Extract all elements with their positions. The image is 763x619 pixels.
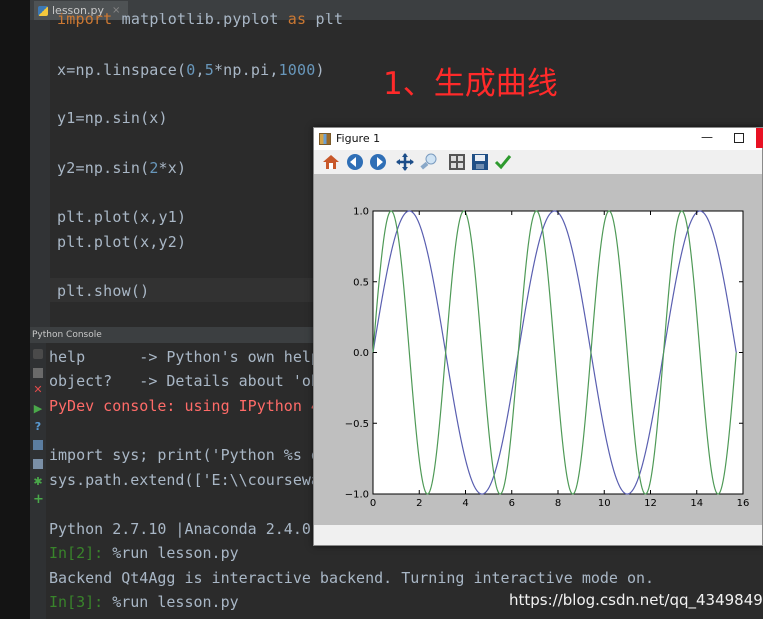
x-tick-label: 16 (737, 498, 750, 509)
close-button[interactable] (756, 128, 763, 148)
home-icon[interactable] (322, 153, 340, 171)
code-line-show[interactable]: plt.show() (57, 281, 149, 301)
figure-title-bar[interactable] (314, 128, 762, 150)
y-tick-label: 0.0 (353, 348, 369, 359)
console-line: Python 2.7.10 |Anaconda 2.4.0 (6 (49, 520, 338, 538)
code-line-y2[interactable]: y2=np.sin(2*x) (57, 158, 186, 178)
matplotlib-logo-icon (319, 133, 331, 145)
zoom-icon[interactable] (420, 153, 438, 171)
figure-toolbar (314, 150, 762, 175)
console-input-line: In[2]: %run lesson.py (49, 543, 239, 563)
code-line-linspace[interactable]: x=np.linspace(0,5*np.pi,1000) (57, 60, 325, 80)
console-title: Python Console (32, 330, 102, 340)
left-tool-strip (0, 0, 30, 619)
stop-icon[interactable] (33, 368, 43, 378)
console-line: object? -> Details about 'obje (49, 372, 338, 390)
watermark: https://blog.csdn.net/qq_43498494 (509, 591, 763, 609)
python-file-icon (38, 5, 48, 16)
console-line: help -> Python's own help s (49, 348, 338, 366)
console-line: Backend Qt4Agg is interactive backend. T… (49, 569, 655, 587)
variables-icon[interactable] (33, 440, 43, 450)
x-tick-label: 14 (690, 498, 703, 509)
run-icon[interactable] (33, 349, 43, 359)
code-line-y1[interactable]: y1=np.sin(x) (57, 108, 168, 128)
x-tick-label: 0 (370, 498, 376, 509)
debug-icon[interactable]: ✱ (33, 476, 43, 487)
x-tick-label: 6 (509, 498, 515, 509)
save-icon[interactable] (471, 153, 489, 171)
code-line-plot1[interactable]: plt.plot(x,y1) (57, 207, 186, 227)
figure-status-bar (314, 525, 762, 545)
add-icon[interactable]: + (33, 493, 44, 506)
editor-gutter (30, 20, 50, 327)
close-icon[interactable]: ✕ (33, 384, 43, 395)
console-input-line: In[3]: %run lesson.py (49, 592, 239, 612)
pan-icon[interactable] (396, 153, 414, 171)
console-prompt: In[3]: (49, 593, 113, 611)
subplots-icon[interactable] (448, 153, 466, 171)
console-command: %run lesson.py (112, 544, 239, 562)
console-line: PyDev console: using IPython 4.0 (49, 397, 338, 415)
back-icon[interactable] (346, 153, 364, 171)
console-title-bar: Python Console (30, 327, 330, 343)
settings-icon[interactable] (33, 459, 43, 469)
play-icon[interactable]: ▶ (33, 403, 43, 414)
figure-canvas[interactable]: 0 2 4 6 8 10 12 14 16 1.0 0.5 0.0 −0.5 −1.0 (314, 174, 762, 525)
y-tick-label: 0.5 (353, 277, 369, 288)
code-line-plot2[interactable]: plt.plot(x,y2) (57, 232, 186, 252)
x-tick-label: 8 (555, 498, 561, 509)
axes-frame (372, 210, 744, 495)
figure-title: Figure 1 (336, 132, 381, 145)
y-tick-label: −0.5 (345, 419, 369, 430)
console-line: import sys; print('Python %s on % (49, 446, 348, 464)
line-chart: 0 2 4 6 8 10 12 14 16 1.0 0.5 0.0 −0.5 −1.0 (345, 207, 750, 510)
x-tick-label: 12 (644, 498, 657, 509)
x-tick-label: 10 (598, 498, 611, 509)
y-tick-label: −1.0 (345, 490, 369, 501)
check-icon[interactable] (494, 153, 512, 171)
figure-window[interactable]: Figure 1 — 0 2 4 6 8 10 12 14 16 1.0 0.5 0.0 −0.5 −1.… (313, 127, 763, 546)
console-prompt: In[2]: (49, 544, 113, 562)
console-command: %run lesson.py (112, 593, 239, 611)
annotation-text: 1、生成曲线 (383, 66, 558, 102)
y-tick-label: 1.0 (353, 207, 369, 218)
forward-icon[interactable] (369, 153, 387, 171)
help-icon[interactable]: ? (33, 421, 43, 432)
maximize-button[interactable] (734, 133, 744, 143)
minimize-button[interactable]: — (701, 130, 713, 144)
x-tick-label: 2 (416, 498, 422, 509)
console-line: sys.path.extend(['E:\\courseware (49, 471, 338, 489)
x-tick-label: 4 (462, 498, 468, 509)
